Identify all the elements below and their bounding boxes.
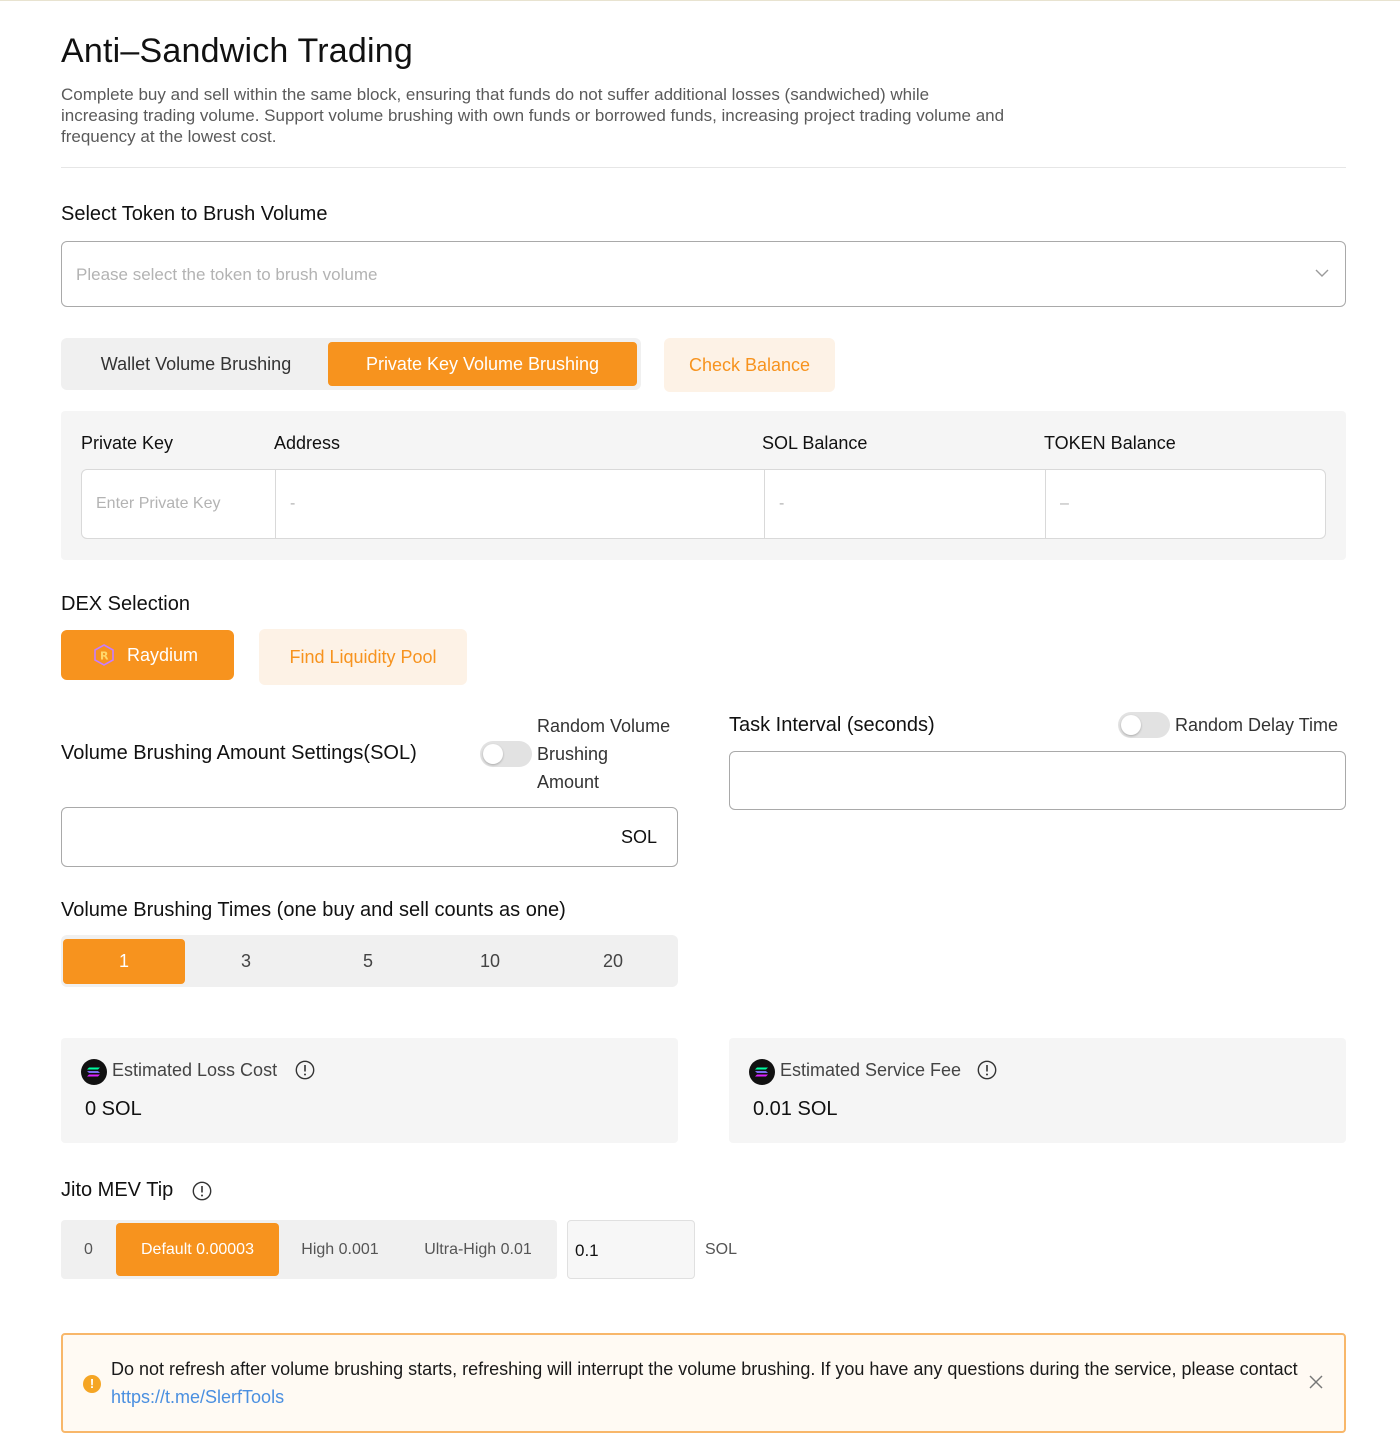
token-balance-cell: – bbox=[1046, 470, 1325, 538]
solana-icon bbox=[749, 1059, 775, 1085]
alert-text: Do not refresh after volume brushing sta… bbox=[111, 1359, 1298, 1379]
random-delay-label: Random Delay Time bbox=[1175, 715, 1339, 735]
token-balance-value: – bbox=[1060, 495, 1069, 512]
estimated-service-fee-value: 0.01 SOL bbox=[753, 1098, 838, 1120]
tip-option-default[interactable]: Default 0.00003 bbox=[116, 1223, 279, 1276]
estimated-loss-cost-value: 0 SOL bbox=[85, 1098, 142, 1120]
info-icon[interactable] bbox=[295, 1060, 315, 1080]
tip-option-ultra-high[interactable]: Ultra-High 0.01 bbox=[401, 1223, 555, 1276]
header-divider bbox=[61, 167, 1346, 168]
task-interval-input[interactable] bbox=[729, 751, 1346, 810]
header-token-balance: TOKEN Balance bbox=[1044, 433, 1176, 453]
toggle-knob bbox=[1121, 715, 1141, 735]
private-key-row: Enter Private Key - - – bbox=[81, 469, 1326, 539]
page-description: Complete buy and sell within the same bl… bbox=[61, 85, 1005, 146]
raydium-label: Raydium bbox=[127, 645, 199, 665]
info-icon[interactable] bbox=[192, 1181, 212, 1201]
raydium-button[interactable]: R Raydium bbox=[61, 630, 234, 680]
telegram-link[interactable]: https://t.me/SlerfTools bbox=[111, 1387, 284, 1407]
jito-tip-selector: 0 Default 0.00003 High 0.001 Ultra-High … bbox=[61, 1220, 557, 1279]
header-address: Address bbox=[274, 433, 341, 453]
random-amount-label: Random Volume Brushing Amount bbox=[537, 712, 670, 796]
brushing-times-selector: 1 3 5 10 20 bbox=[61, 935, 678, 987]
task-interval-label: Task Interval (seconds) bbox=[729, 714, 935, 736]
address-cell: - bbox=[276, 470, 765, 538]
private-key-panel: Private Key Address SOL Balance TOKEN Ba… bbox=[61, 411, 1346, 560]
random-amount-label-line1: Random Volume bbox=[537, 716, 671, 736]
check-balance-button[interactable]: Check Balance bbox=[664, 338, 835, 392]
random-amount-label-line3: Amount bbox=[537, 772, 600, 792]
amount-unit: SOL bbox=[620, 827, 657, 847]
close-icon[interactable] bbox=[1308, 1374, 1324, 1390]
address-value: - bbox=[290, 495, 296, 512]
token-select-label: Select Token to Brush Volume bbox=[61, 203, 328, 225]
random-amount-toggle[interactable] bbox=[480, 741, 532, 767]
random-amount-label-line2: Brushing bbox=[537, 744, 609, 764]
svg-text:R: R bbox=[100, 650, 109, 663]
info-icon[interactable] bbox=[977, 1060, 997, 1080]
header-sol-balance: SOL Balance bbox=[762, 433, 868, 453]
random-delay-toggle[interactable] bbox=[1118, 712, 1170, 738]
custom-tip-value: 0.1 bbox=[575, 1241, 599, 1260]
sol-balance-cell: - bbox=[765, 470, 1046, 538]
amount-input[interactable]: SOL bbox=[61, 807, 678, 867]
private-key-input[interactable]: Enter Private Key bbox=[82, 470, 276, 538]
estimated-service-fee-card: Estimated Service Fee 0.01 SOL bbox=[729, 1038, 1346, 1143]
warning-alert: ! Do not refresh after volume brushing s… bbox=[61, 1333, 1346, 1433]
brushing-times-label: Volume Brushing Times (one buy and sell … bbox=[61, 899, 566, 921]
raydium-icon: R bbox=[94, 644, 114, 666]
times-option-20[interactable]: 20 bbox=[552, 939, 674, 984]
tab-private-key-volume-brushing[interactable]: Private Key Volume Brushing bbox=[328, 342, 637, 386]
page-title: Anti–Sandwich Trading bbox=[61, 32, 413, 70]
toggle-knob bbox=[483, 744, 503, 764]
estimated-service-fee-label: Estimated Service Fee bbox=[780, 1060, 962, 1080]
alert-message: Do not refresh after volume brushing sta… bbox=[111, 1355, 1301, 1411]
find-liquidity-pool-button[interactable]: Find Liquidity Pool bbox=[259, 629, 467, 685]
mode-tabs: Wallet Volume Brushing Private Key Volum… bbox=[61, 338, 641, 390]
token-select-placeholder: Please select the token to brush volume bbox=[76, 265, 378, 284]
times-option-5[interactable]: 5 bbox=[307, 939, 429, 984]
estimated-loss-cost-label: Estimated Loss Cost bbox=[112, 1060, 278, 1080]
times-option-10[interactable]: 10 bbox=[429, 939, 551, 984]
amount-settings-label: Volume Brushing Amount Settings(SOL) bbox=[61, 742, 417, 764]
header-private-key: Private Key bbox=[81, 433, 174, 453]
private-key-placeholder: Enter Private Key bbox=[96, 495, 221, 512]
custom-tip-input[interactable]: 0.1 bbox=[567, 1220, 695, 1279]
chevron-down-icon bbox=[1315, 269, 1329, 277]
dex-selection-label: DEX Selection bbox=[61, 593, 190, 615]
sol-balance-value: - bbox=[779, 495, 785, 512]
top-border bbox=[0, 0, 1400, 1]
tip-option-0[interactable]: 0 bbox=[65, 1223, 112, 1276]
solana-icon bbox=[81, 1059, 107, 1085]
estimated-loss-cost-card: Estimated Loss Cost 0 SOL bbox=[61, 1038, 678, 1143]
jito-mev-tip-label: Jito MEV Tip bbox=[61, 1179, 174, 1201]
tab-wallet-volume-brushing[interactable]: Wallet Volume Brushing bbox=[65, 342, 327, 386]
tip-unit: SOL bbox=[705, 1241, 738, 1258]
times-option-3[interactable]: 3 bbox=[185, 939, 307, 984]
warning-icon: ! bbox=[83, 1375, 101, 1393]
token-select[interactable]: Please select the token to brush volume bbox=[61, 241, 1346, 307]
times-option-1[interactable]: 1 bbox=[63, 939, 185, 984]
tip-option-high[interactable]: High 0.001 bbox=[283, 1223, 397, 1276]
